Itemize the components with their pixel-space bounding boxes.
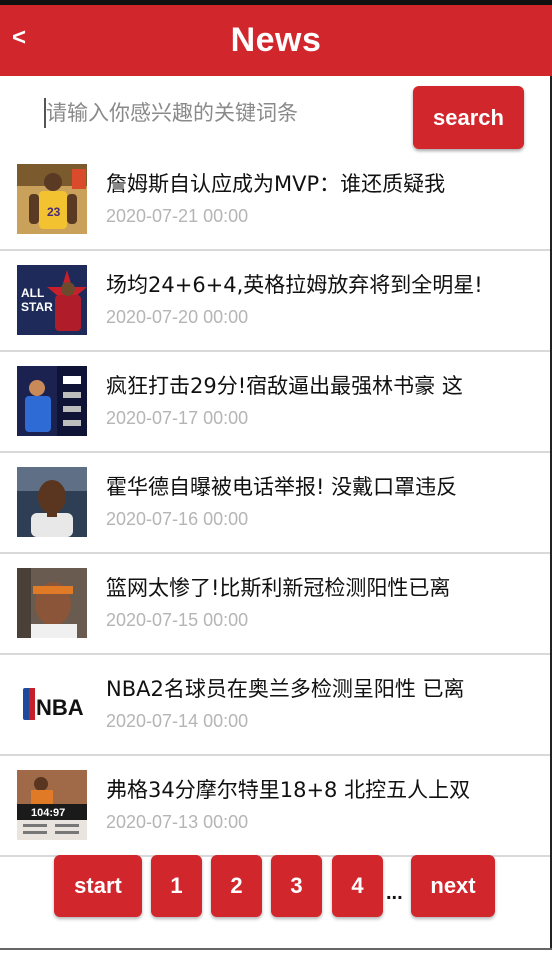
news-title: 疯狂打击29分!宿敌逼出最强林书豪 这 — [106, 374, 463, 398]
news-title: 霍华德自曝被电话举报! 没戴口罩违反 — [106, 475, 458, 499]
app-header: < News — [0, 5, 552, 76]
page-button-1[interactable]: 1 — [151, 855, 202, 917]
search-button[interactable]: search — [413, 86, 524, 149]
page-button-2[interactable]: 2 — [211, 855, 262, 917]
news-screen: < News search 23 詹姆斯自认应成为MVP：谁还质疑我 — [0, 0, 552, 956]
score-text: 104:97 — [31, 807, 65, 819]
back-button[interactable]: < — [12, 23, 40, 57]
page-button-3[interactable]: 3 — [271, 855, 322, 917]
news-title: 弗格34分摩尔特里18+8 北控五人上双 — [106, 778, 471, 802]
news-date: 2020-07-16 00:00 — [106, 509, 249, 529]
news-date: 2020-07-17 00:00 — [106, 408, 249, 428]
news-thumbnail: ALL STAR — [17, 265, 87, 335]
pagination-ellipsis: ... — [386, 882, 403, 904]
page-title: News — [230, 21, 322, 59]
news-title: NBA2名球员在奥兰多检测呈阳性 已离 — [106, 677, 465, 701]
news-thumbnail: 104:97 — [17, 770, 87, 840]
news-title: 詹姆斯自认应成为MVP：谁还质疑我 — [106, 172, 446, 196]
news-thumbnail — [17, 568, 87, 638]
search-input[interactable] — [30, 94, 408, 132]
news-item[interactable]: 23 詹姆斯自认应成为MVP：谁还质疑我 2020-07-21 00:00 — [0, 150, 552, 251]
news-date: 2020-07-13 00:00 — [106, 812, 249, 832]
news-item[interactable]: ALL STAR 场均24+6+4,英格拉姆放弃将到全明星! 2020-07-2… — [0, 251, 552, 352]
nba-logo-text: NBA — [36, 695, 84, 720]
news-date: 2020-07-20 00:00 — [106, 307, 249, 327]
bottom-divider — [0, 948, 552, 950]
search-bar: search — [0, 80, 552, 156]
news-list: 23 詹姆斯自认应成为MVP：谁还质疑我 2020-07-21 00:00 AL… — [0, 150, 552, 857]
news-item[interactable]: 104:97 弗格34分摩尔特里18+8 北控五人上双 2020-07-13 0… — [0, 756, 552, 857]
page-button-4[interactable]: 4 — [332, 855, 383, 917]
news-date: 2020-07-15 00:00 — [106, 610, 249, 630]
next-button[interactable]: next — [411, 855, 495, 917]
all-star-text-2: STAR — [21, 300, 53, 314]
news-thumbnail: NBA — [17, 669, 87, 739]
news-date: 2020-07-21 00:00 — [106, 206, 249, 226]
news-item[interactable]: 疯狂打击29分!宿敌逼出最强林书豪 这 2020-07-17 00:00 — [0, 352, 552, 453]
news-item[interactable]: NBA NBA2名球员在奥兰多检测呈阳性 已离 2020-07-14 00:00 — [0, 655, 552, 756]
news-thumbnail: 23 — [17, 164, 87, 234]
svg-text:23: 23 — [47, 205, 61, 219]
news-item[interactable]: 篮网太惨了!比斯利新冠检测阳性已离 2020-07-15 00:00 — [0, 554, 552, 655]
all-star-text-1: ALL — [21, 286, 44, 300]
news-thumbnail — [17, 366, 87, 436]
pagination: start 1 2 3 4 ... next — [0, 852, 552, 922]
news-item[interactable]: 霍华德自曝被电话举报! 没戴口罩违反 2020-07-16 00:00 — [0, 453, 552, 554]
start-button[interactable]: start — [54, 855, 142, 917]
news-thumbnail — [17, 467, 87, 537]
news-title: 篮网太惨了!比斯利新冠检测阳性已离 — [106, 576, 451, 600]
news-date: 2020-07-14 00:00 — [106, 711, 249, 731]
news-title: 场均24+6+4,英格拉姆放弃将到全明星! — [106, 273, 483, 297]
